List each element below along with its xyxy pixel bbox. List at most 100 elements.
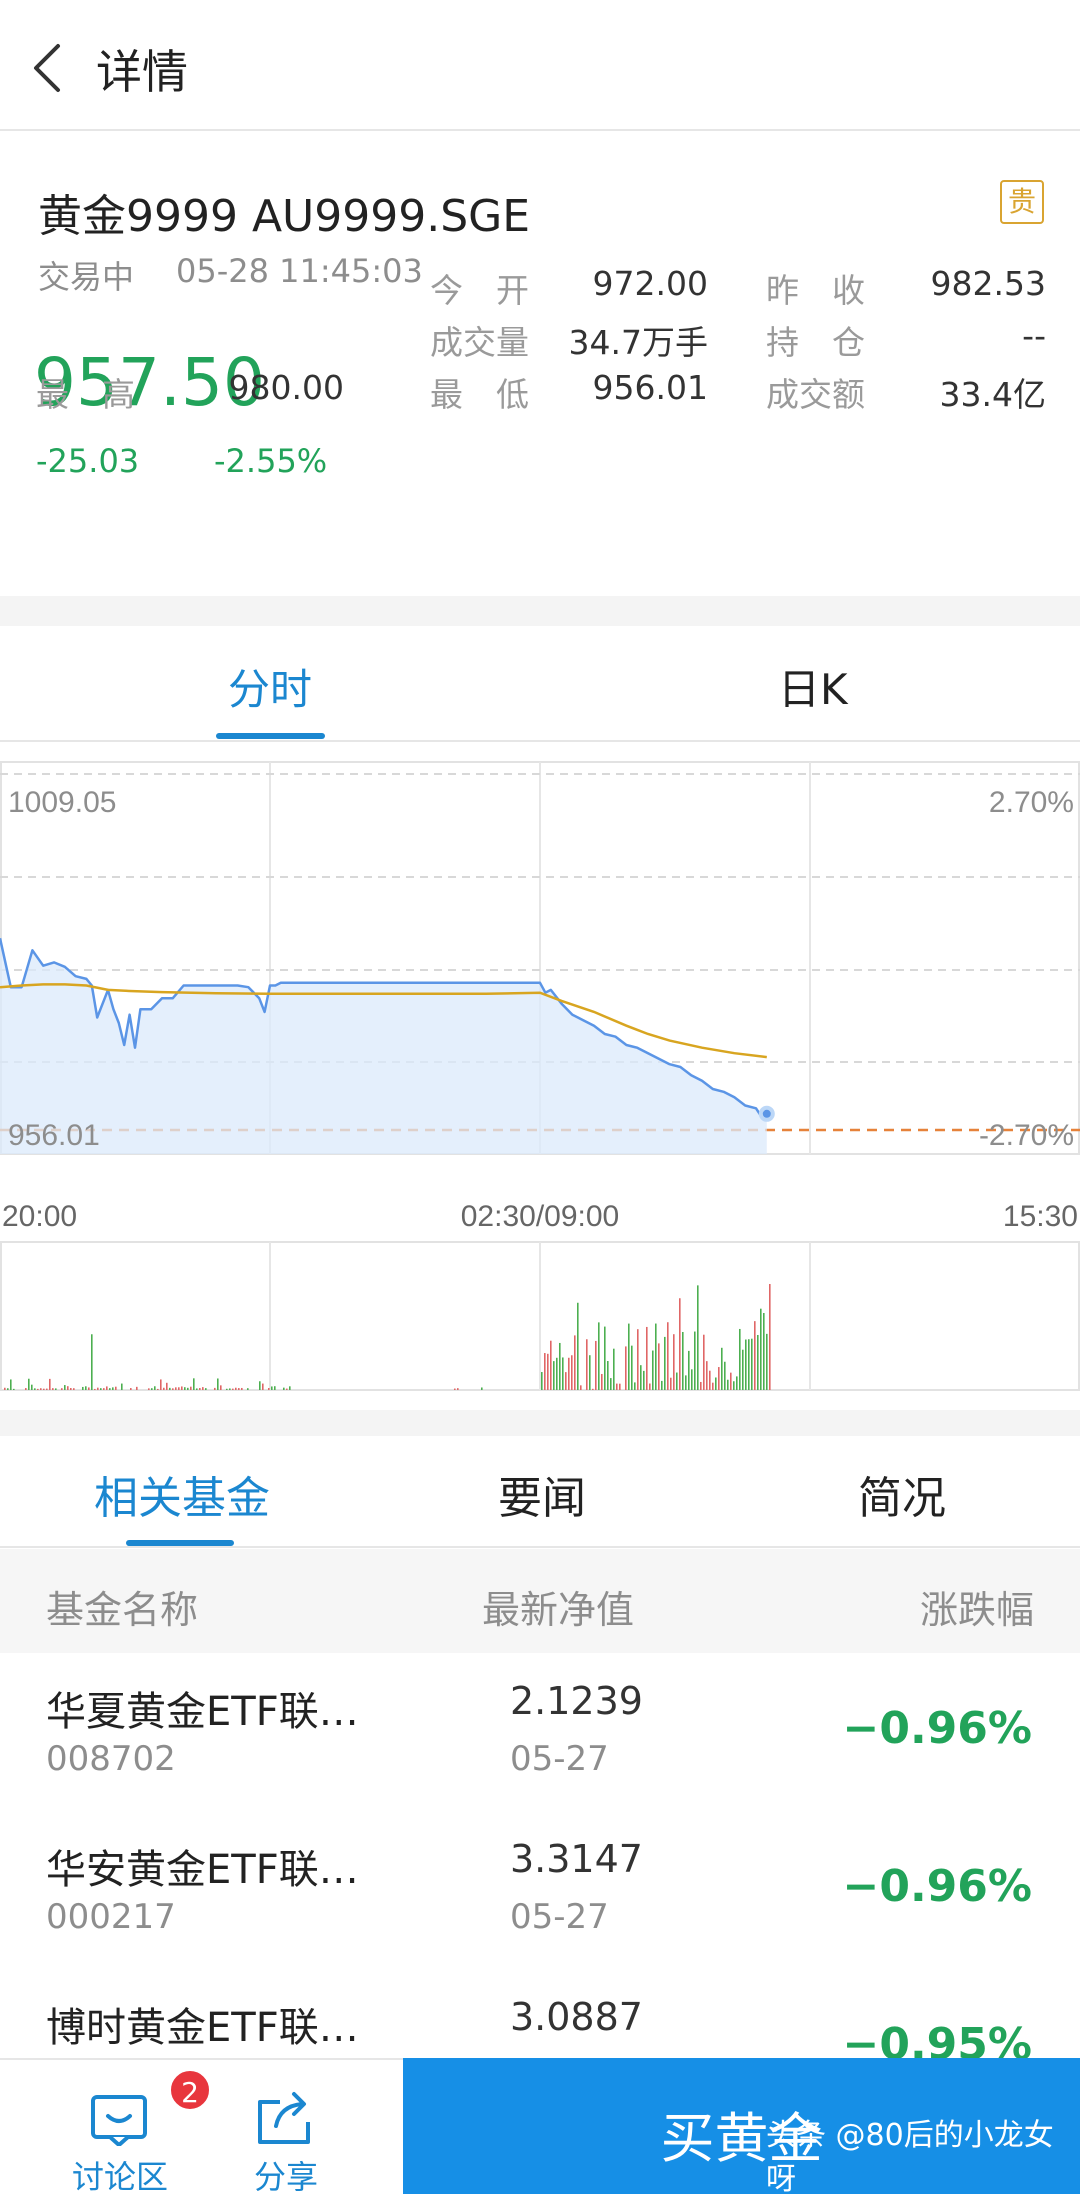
- volume-bar: [88, 1387, 90, 1390]
- volume-bar: [742, 1349, 744, 1390]
- volume-bar: [247, 1388, 249, 1390]
- stat-label-prev-close: 昨 收: [766, 271, 865, 310]
- volume-bar: [595, 1340, 597, 1390]
- y-min-label: 956.01: [8, 1119, 100, 1152]
- high-label: 最 高: [36, 375, 135, 414]
- fund-change: −0.96%: [842, 1703, 1032, 1754]
- volume-bar: [598, 1322, 600, 1390]
- volume-bar: [52, 1388, 54, 1390]
- volume-bar: [67, 1386, 69, 1390]
- quote-time: 05-28 11:45:03: [176, 252, 423, 290]
- x-label-start: 20:00: [2, 1200, 77, 1233]
- volume-bar: [643, 1370, 645, 1390]
- table-row[interactable]: 华安黄金ETF联… 000217 3.3147 05-27 −0.96%: [0, 1811, 1080, 1969]
- tab-overview[interactable]: 简况: [858, 1462, 946, 1526]
- stat-value-turnover: 33.4亿: [939, 375, 1046, 414]
- volume-bar: [712, 1382, 714, 1390]
- volume-bar: [541, 1372, 543, 1390]
- fund-name: 华夏黄金ETF联…: [46, 1689, 359, 1735]
- share-icon: [258, 2092, 310, 2144]
- volume-bar: [559, 1342, 561, 1390]
- volume-bar: [694, 1331, 696, 1390]
- volume-bar: [130, 1388, 132, 1390]
- volume-bar: [91, 1334, 93, 1390]
- volume-bar: [574, 1335, 576, 1390]
- table-row[interactable]: 华夏黄金ETF联… 008702 2.1239 05-27 −0.96%: [0, 1653, 1080, 1811]
- volume-bar: [634, 1382, 636, 1390]
- volume-bar: [268, 1388, 270, 1390]
- volume-bar: [655, 1323, 657, 1390]
- stat-value-low: 956.01: [592, 368, 708, 407]
- volume-bar: [214, 1387, 216, 1390]
- price-change: -25.03: [36, 442, 140, 480]
- chart-canvas: 1009.05 956.01 2.70% -2.70% 20:00 02:30/…: [0, 761, 1080, 1391]
- volume-bar: [43, 1388, 45, 1390]
- volume-bar: [4, 1387, 6, 1390]
- pct-max-label: 2.70%: [989, 786, 1074, 819]
- share-label: 分享: [253, 2158, 318, 2194]
- volume-bar: [703, 1334, 705, 1390]
- volume-bar: [658, 1343, 660, 1390]
- volume-bar: [721, 1347, 723, 1390]
- header-fund-name: 基金名称: [46, 1588, 199, 1632]
- high-value: 980.00: [228, 368, 344, 407]
- fund-nav: 3.0887: [510, 1995, 643, 2039]
- tab-news[interactable]: 要闻: [498, 1462, 586, 1526]
- volume-bar: [745, 1339, 747, 1390]
- volume-bar: [169, 1387, 171, 1390]
- back-icon[interactable]: [28, 38, 68, 98]
- volume-bar: [607, 1361, 609, 1390]
- header-nav: 最新净值: [482, 1588, 635, 1632]
- volume-bars: [0, 1241, 1080, 1391]
- volume-bar: [556, 1357, 558, 1390]
- current-price-dot: [762, 1109, 771, 1118]
- share-button[interactable]: 分享: [206, 2060, 366, 2194]
- volume-bar: [103, 1388, 105, 1390]
- volume-bar: [736, 1376, 738, 1390]
- watermark-text: 头条 @80后的小龙女呀: [766, 2118, 1054, 2194]
- volume-bar: [586, 1339, 588, 1390]
- volume-bar: [184, 1387, 186, 1390]
- volume-bar: [697, 1285, 699, 1390]
- volume-bar: [220, 1385, 222, 1390]
- volume-bar: [172, 1388, 174, 1390]
- volume-bar: [40, 1388, 42, 1390]
- volume-bar: [673, 1334, 675, 1390]
- volume-bar: [547, 1353, 549, 1390]
- volume-bar: [154, 1386, 156, 1390]
- tab-related-funds[interactable]: 相关基金: [94, 1462, 270, 1526]
- volume-bar: [685, 1375, 687, 1390]
- volume-bar: [706, 1361, 708, 1390]
- volume-bar: [682, 1331, 684, 1390]
- volume-bar: [61, 1388, 63, 1390]
- volume-bar: [757, 1334, 759, 1390]
- volume-bar: [160, 1379, 162, 1390]
- volume-bar: [166, 1382, 168, 1390]
- tab-intraday[interactable]: 分时: [228, 656, 312, 717]
- stat-value-volume: 34.7万手: [568, 323, 708, 362]
- volume-bar: [100, 1388, 102, 1390]
- volume-bar: [187, 1387, 189, 1390]
- volume-bar: [481, 1387, 483, 1390]
- volume-bar: [37, 1388, 39, 1390]
- stat-value-open: 972.00: [592, 264, 708, 303]
- discuss-button[interactable]: 2 讨论区: [40, 2060, 212, 2194]
- volume-bar: [151, 1388, 153, 1390]
- volume-bar: [112, 1387, 114, 1390]
- stat-label-volume: 成交量: [430, 323, 529, 362]
- fund-nav: 2.1239: [510, 1679, 643, 1723]
- volume-bar: [664, 1336, 666, 1390]
- tab-daily-k[interactable]: 日K: [778, 656, 848, 717]
- volume-bar: [193, 1378, 195, 1390]
- volume-bar: [31, 1384, 33, 1390]
- instrument-name: 黄金9999 AU9999.SGE: [38, 191, 531, 242]
- volume-bar: [616, 1383, 618, 1390]
- volume-bar: [724, 1361, 726, 1390]
- volume-bar: [49, 1378, 51, 1390]
- volume-bar: [238, 1388, 240, 1390]
- volume-bar: [274, 1386, 276, 1390]
- volume-bar: [646, 1326, 648, 1390]
- category-tag: 贵: [1000, 180, 1044, 224]
- fund-code: 000217: [46, 1897, 176, 1937]
- volume-bar: [10, 1379, 12, 1390]
